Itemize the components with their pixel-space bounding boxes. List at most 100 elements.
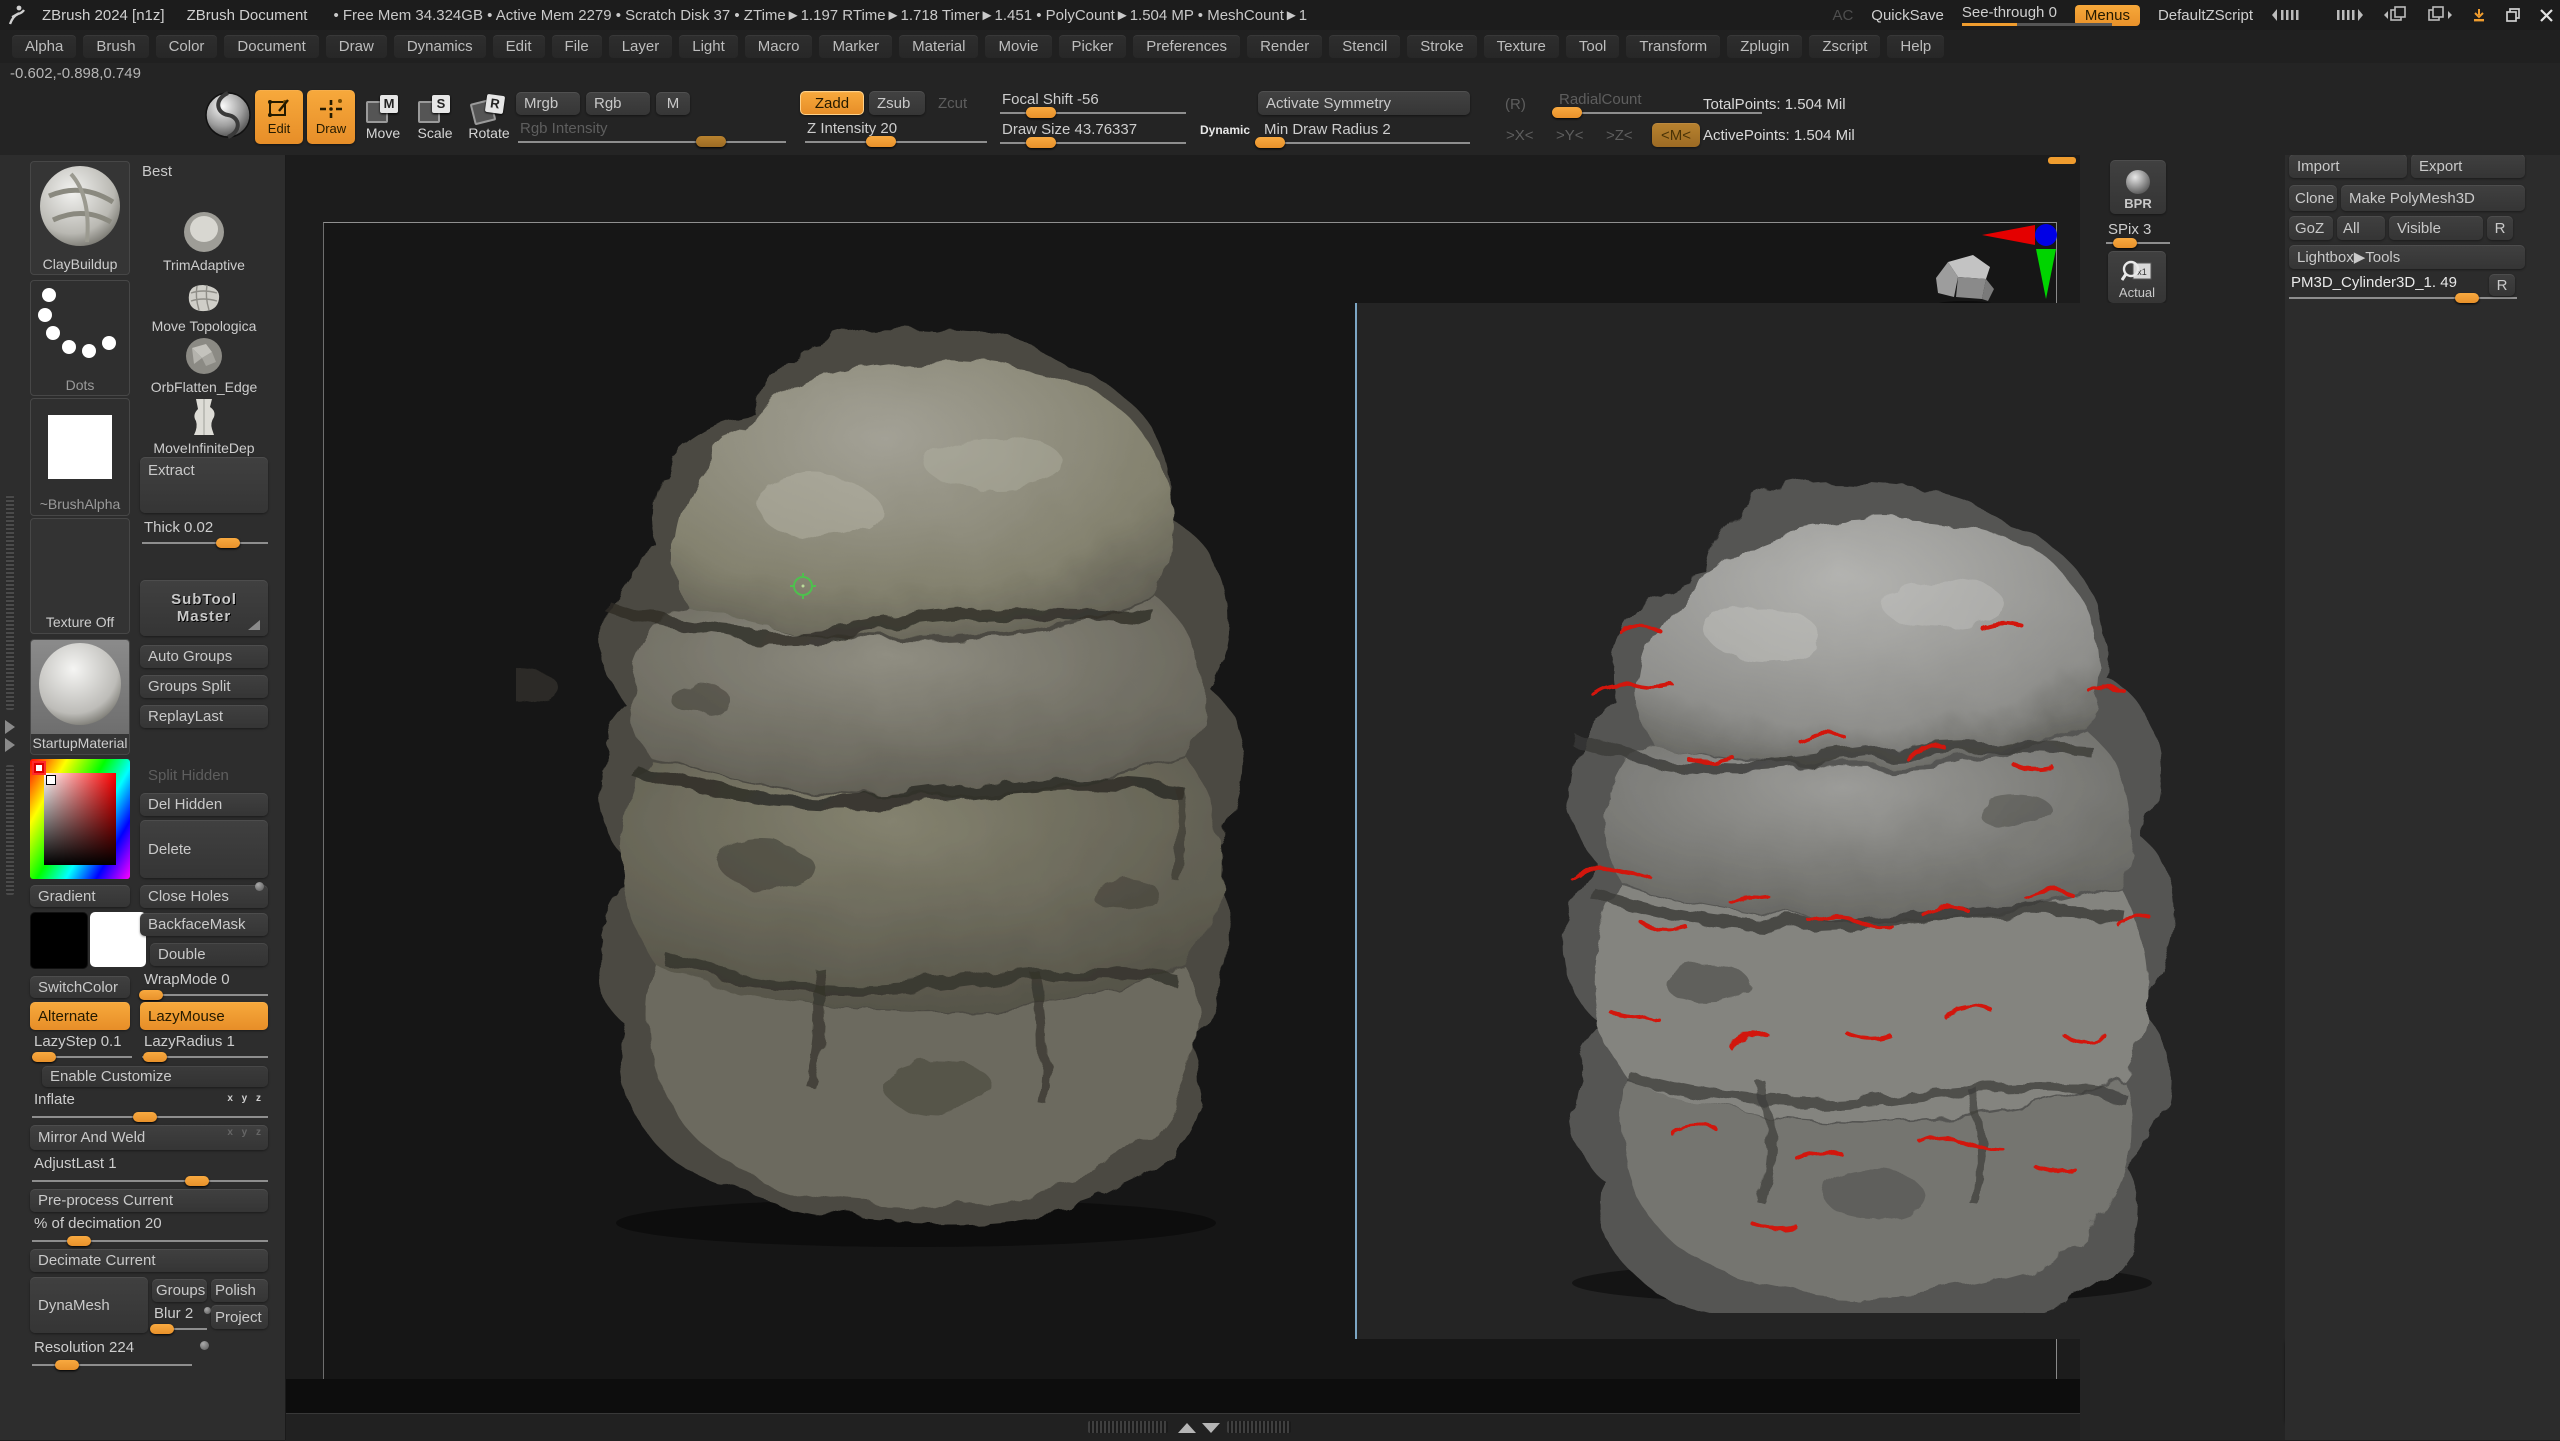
- menu-tool[interactable]: Tool: [1566, 35, 1620, 58]
- decimate-current-button[interactable]: Decimate Current: [30, 1249, 268, 1272]
- brush-move-infinite[interactable]: MoveInfiniteDep: [140, 397, 268, 456]
- switchcolor-button[interactable]: SwitchColor: [30, 976, 130, 998]
- menu-transform[interactable]: Transform: [1626, 35, 1720, 58]
- axis-y-arrow[interactable]: [2036, 249, 2056, 299]
- min-draw-radius-slider[interactable]: Min Draw Radius 2: [1262, 121, 1470, 147]
- focal-shift-slider[interactable]: Focal Shift -56: [1000, 91, 1186, 117]
- canvas-resize-handle[interactable]: [2048, 157, 2076, 164]
- focal-shift-handle[interactable]: [1026, 107, 1056, 118]
- split-hidden-button[interactable]: Split Hidden: [148, 767, 229, 784]
- gradient-button[interactable]: Gradient: [30, 885, 130, 907]
- alpha-brushalpha[interactable]: ~BrushAlpha: [30, 398, 130, 516]
- menu-edit[interactable]: Edit: [493, 35, 545, 58]
- lazystep-handle[interactable]: [32, 1052, 56, 1062]
- texture-slot[interactable]: Texture Off: [30, 518, 130, 634]
- material-startup[interactable]: StartupMaterial: [30, 639, 130, 755]
- menu-brush[interactable]: Brush: [83, 35, 148, 58]
- goz-all-button[interactable]: All: [2337, 216, 2385, 240]
- thick-slider[interactable]: Thick 0.02: [142, 519, 268, 547]
- scale-mode-button[interactable]: S Scale: [408, 95, 462, 141]
- active-tool-track[interactable]: [2289, 297, 2517, 299]
- tray-close-down-icon[interactable]: [1202, 1423, 1220, 1433]
- lazymouse-button[interactable]: LazyMouse: [140, 1002, 268, 1030]
- decimation-handle[interactable]: [67, 1236, 91, 1246]
- draw-mode-button[interactable]: Draw: [307, 90, 355, 144]
- rgb-intensity-track[interactable]: [518, 141, 786, 143]
- secondary-color-swatch[interactable]: [90, 912, 146, 967]
- inflate-slider[interactable]: Inflate x y z: [32, 1091, 268, 1121]
- left-tray-toggle-icon[interactable]: [2271, 8, 2309, 22]
- enable-customize-button[interactable]: Enable Customize: [42, 1066, 268, 1087]
- menu-render[interactable]: Render: [1247, 35, 1322, 58]
- spix-slider[interactable]: SPix 3: [2106, 221, 2170, 247]
- close-window-icon[interactable]: [2539, 8, 2554, 23]
- focal-shift-track[interactable]: [1000, 112, 1186, 114]
- menu-draw[interactable]: Draw: [326, 35, 387, 58]
- menu-color[interactable]: Color: [156, 35, 218, 58]
- tray-open-up-icon[interactable]: [1178, 1423, 1196, 1433]
- active-tool-slider[interactable]: PM3D_Cylinder3D_1. 49: [2289, 274, 2517, 302]
- see-through-track[interactable]: [1962, 23, 2112, 26]
- double-button[interactable]: Double: [150, 943, 268, 966]
- z-intensity-track[interactable]: [805, 141, 987, 143]
- menu-picker[interactable]: Picker: [1059, 35, 1127, 58]
- rgb-intensity-slider[interactable]: Rgb Intensity: [518, 120, 786, 146]
- radial-count-handle[interactable]: [1552, 107, 1582, 118]
- lazyradius-track[interactable]: [142, 1056, 268, 1058]
- dock-right-window-icon[interactable]: [2427, 6, 2453, 24]
- menu-dynamics[interactable]: Dynamics: [394, 35, 486, 58]
- axis-gizmo[interactable]: [1980, 223, 2060, 303]
- color-sv-square[interactable]: [44, 773, 116, 865]
- menu-file[interactable]: File: [552, 35, 602, 58]
- resolution-slider[interactable]: Resolution 224: [32, 1339, 192, 1369]
- wrapmode-slider[interactable]: WrapMode 0: [142, 971, 268, 999]
- activate-symmetry-button[interactable]: Activate Symmetry: [1258, 91, 1470, 115]
- brush-orbflatten[interactable]: OrbFlatten_Edge: [140, 336, 268, 395]
- edit-mode-button[interactable]: Edit: [255, 90, 303, 144]
- sculpt-model-rock[interactable]: [516, 305, 1332, 1255]
- inflate-xyz-toggle[interactable]: x y z: [227, 1093, 264, 1104]
- dynamesh-blur-slider[interactable]: Blur 2: [152, 1305, 207, 1333]
- backface-mask-button[interactable]: BackfaceMask: [140, 913, 268, 936]
- tray-scroll-arrows-icon[interactable]: [3, 718, 17, 754]
- menu-layer[interactable]: Layer: [609, 35, 673, 58]
- spix-track[interactable]: [2106, 242, 2170, 244]
- blur-track[interactable]: [152, 1328, 207, 1330]
- symmetry-z-button[interactable]: >Z<: [1606, 127, 1633, 144]
- menu-help[interactable]: Help: [1887, 35, 1944, 58]
- menu-alpha[interactable]: Alpha: [12, 35, 76, 58]
- menu-marker[interactable]: Marker: [819, 35, 892, 58]
- spix-handle[interactable]: [2113, 238, 2137, 248]
- symmetry-m-button[interactable]: <M<: [1652, 123, 1700, 147]
- bpr-button[interactable]: BPR: [2110, 160, 2166, 214]
- close-holes-button[interactable]: Close Holes: [140, 885, 268, 908]
- z-intensity-handle[interactable]: [866, 136, 896, 147]
- brush-move-topological[interactable]: Move Topologica: [140, 279, 268, 334]
- right-tray-toggle-icon[interactable]: [2327, 8, 2365, 22]
- del-hidden-button[interactable]: Del Hidden: [140, 793, 268, 816]
- symmetry-y-button[interactable]: >Y<: [1556, 127, 1584, 144]
- symmetry-x-button[interactable]: >X<: [1506, 127, 1534, 144]
- zadd-button[interactable]: Zadd: [800, 91, 864, 115]
- zcut-button[interactable]: Zcut: [938, 95, 967, 112]
- thick-handle[interactable]: [216, 538, 240, 548]
- actual-size-button[interactable]: x1 Actual: [2108, 251, 2166, 303]
- dynamesh-project-button[interactable]: Project: [211, 1305, 268, 1329]
- menu-movie[interactable]: Movie: [985, 35, 1051, 58]
- bottom-grip-left[interactable]: [1088, 1421, 1168, 1433]
- replay-last-button[interactable]: ReplayLast: [140, 705, 268, 728]
- lazyradius-handle[interactable]: [143, 1052, 167, 1062]
- axis-z-dot[interactable]: [2035, 224, 2057, 246]
- wrapmode-track[interactable]: [142, 994, 268, 996]
- menu-stencil[interactable]: Stencil: [1329, 35, 1400, 58]
- draw-size-handle[interactable]: [1026, 137, 1056, 148]
- brush-claybuildup[interactable]: ClayBuildup: [30, 161, 130, 275]
- move-mode-button[interactable]: M Move: [356, 95, 410, 141]
- color-picker[interactable]: [30, 759, 130, 879]
- lazyradius-slider[interactable]: LazyRadius 1: [142, 1033, 268, 1061]
- extract-button[interactable]: Extract: [140, 457, 268, 513]
- menu-macro[interactable]: Macro: [745, 35, 813, 58]
- resolution-track[interactable]: [32, 1364, 192, 1366]
- see-through-slider[interactable]: See-through 0: [1962, 4, 2057, 26]
- rgb-button[interactable]: Rgb: [586, 92, 650, 115]
